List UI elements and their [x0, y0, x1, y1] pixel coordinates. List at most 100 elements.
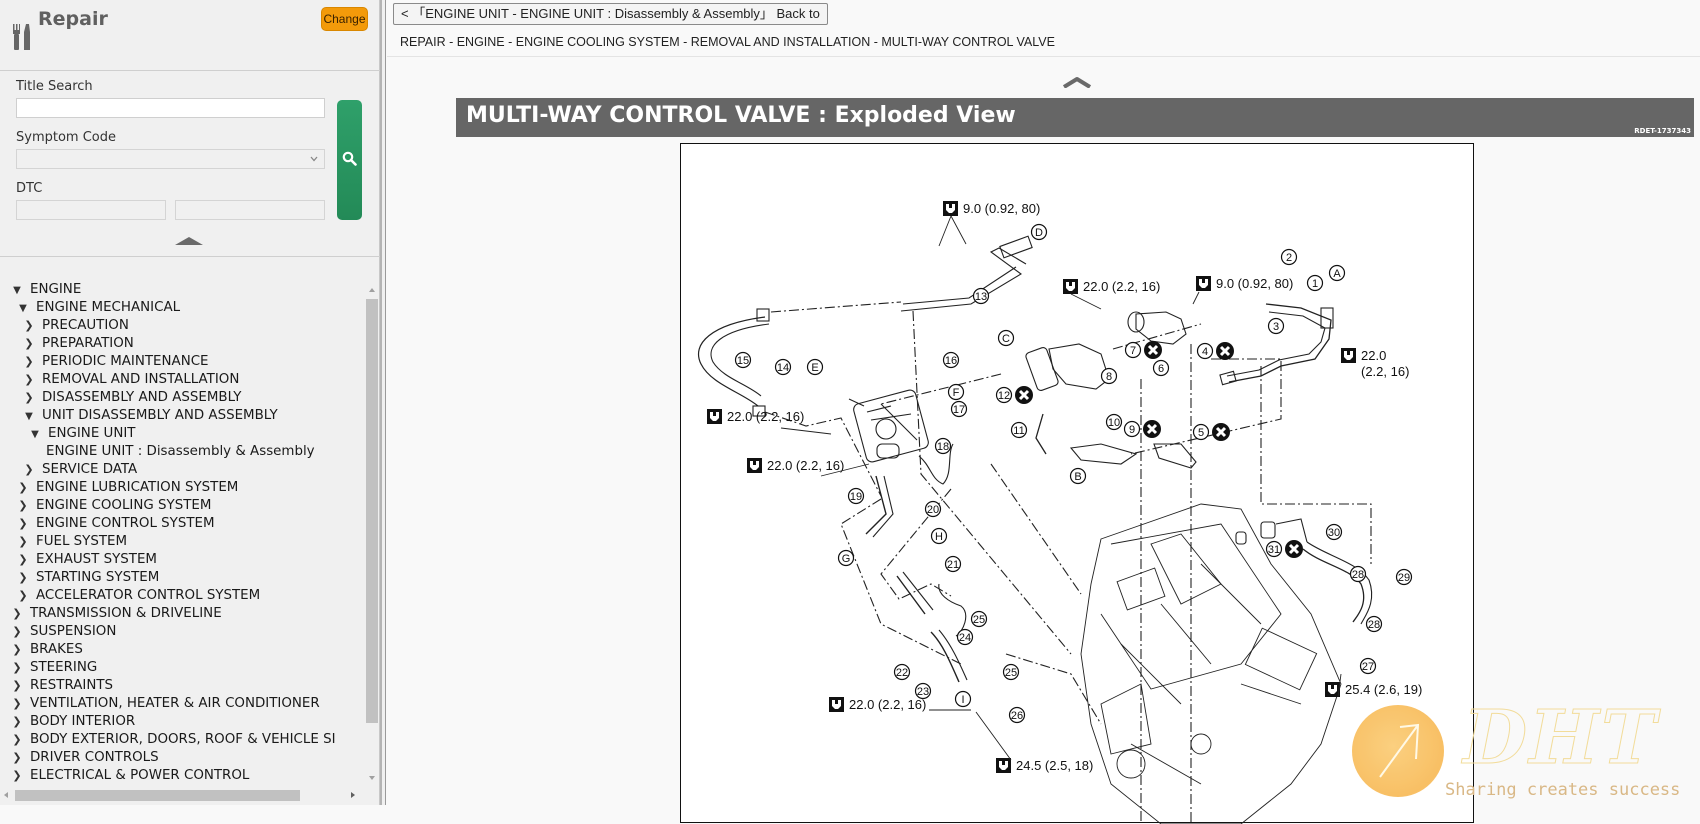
section-title: MULTI-WAY CONTROL VALVE : Exploded View [466, 103, 1016, 128]
part-number: 24 [959, 632, 971, 644]
symptom-code-select[interactable] [16, 149, 325, 169]
tree-item[interactable]: ❯ ENGINE CONTROL SYSTEM [16, 515, 214, 533]
tree-item[interactable]: ❯ REMOVAL AND INSTALLATION [22, 371, 239, 389]
part-number: 19 [850, 491, 862, 503]
repair-tools-icon [13, 24, 30, 50]
tree-item[interactable]: ❯ SERVICE DATA [22, 461, 137, 479]
tree-item[interactable]: ❯ RESTRAINTS [10, 677, 113, 695]
expanded-caret-icon[interactable]: ▼ [28, 426, 42, 444]
sidebar: Repair Change Title Search Symptom Code … [0, 0, 380, 805]
part-number: 7 [1130, 345, 1136, 357]
tree-item[interactable]: ENGINE UNIT : Disassembly & Assembly [46, 443, 315, 461]
collapsed-chevron-icon[interactable]: ❯ [10, 731, 24, 749]
tree-item[interactable]: ❯ BODY INTERIOR [10, 713, 135, 731]
back-button[interactable]: < 「ENGINE UNIT - ENGINE UNIT : Disassemb… [393, 3, 828, 25]
collapsed-chevron-icon[interactable]: ❯ [16, 569, 30, 587]
tree-item[interactable]: ▼ ENGINE UNIT [28, 425, 135, 443]
search-button[interactable] [337, 100, 362, 220]
collapse-search-toggle[interactable] [175, 237, 203, 245]
tree-item-label: DISASSEMBLY AND ASSEMBLY [42, 390, 242, 405]
collapsed-chevron-icon[interactable]: ❯ [16, 497, 30, 515]
collapsed-chevron-icon[interactable]: ❯ [10, 767, 24, 785]
collapsed-chevron-icon[interactable]: ❯ [16, 551, 30, 569]
part-number: 21 [947, 559, 959, 571]
tree-item[interactable]: ❯ FUEL SYSTEM [16, 533, 127, 551]
collapsed-chevron-icon[interactable]: ❯ [10, 695, 24, 713]
collapsed-chevron-icon[interactable]: ❯ [16, 515, 30, 533]
scroll-left-arrow-icon[interactable] [4, 792, 8, 798]
dtc-input-1[interactable] [16, 200, 166, 220]
reference-letter: A [1333, 268, 1341, 280]
scroll-down-arrow-icon[interactable] [369, 776, 375, 780]
scrollbar-thumb[interactable] [15, 790, 300, 801]
collapsed-chevron-icon[interactable]: ❯ [16, 587, 30, 605]
collapsed-chevron-icon[interactable]: ❯ [16, 479, 30, 497]
tree-item[interactable]: ❯ DRIVER CONTROLS [10, 749, 158, 767]
collapsed-chevron-icon[interactable]: ❯ [10, 641, 24, 659]
tree-item[interactable]: ❯ ENGINE LUBRICATION SYSTEM [16, 479, 238, 497]
tree-item[interactable]: ▼ UNIT DISASSEMBLY AND ASSEMBLY [22, 407, 278, 425]
tree-item[interactable]: ❯ PERIODIC MAINTENANCE [22, 353, 208, 371]
tree-item[interactable]: ❯ STEERING [10, 659, 97, 677]
reference-letter: C [1002, 333, 1010, 345]
tree-item-label: ENGINE [30, 282, 82, 297]
collapsed-chevron-icon[interactable]: ❯ [22, 461, 36, 479]
torque-label: (2.2, 16) [1361, 364, 1409, 379]
collapsed-chevron-icon[interactable]: ❯ [22, 353, 36, 371]
tree-item[interactable]: ❯ BRAKES [10, 641, 82, 659]
tree-item[interactable]: ❯ PREPARATION [22, 335, 134, 353]
collapsed-chevron-icon[interactable]: ❯ [22, 371, 36, 389]
tree-item-label: PREPARATION [42, 336, 134, 351]
tree-item[interactable]: ❯ STARTING SYSTEM [16, 569, 159, 587]
tree-item[interactable]: ❯ ELECTRICAL & POWER CONTROL [10, 767, 249, 785]
collapsed-chevron-icon[interactable]: ❯ [10, 659, 24, 677]
tree-item[interactable]: ❯ PRECAUTION [22, 317, 128, 335]
part-number: 25 [1005, 667, 1017, 679]
tree-item[interactable]: ❯ DISASSEMBLY AND ASSEMBLY [22, 389, 241, 407]
collapsed-chevron-icon[interactable]: ❯ [10, 677, 24, 695]
tree-item[interactable]: ❯ BODY EXTERIOR, DOORS, ROOF & VEHICLE SI [10, 731, 335, 749]
tree-item[interactable]: ❯ TRANSMISSION & DRIVELINE [10, 605, 221, 623]
tree-item[interactable]: ❯ ACCELERATOR CONTROL SYSTEM [16, 587, 260, 605]
collapsed-chevron-icon[interactable]: ❯ [10, 623, 24, 641]
scroll-right-arrow-icon[interactable] [351, 792, 355, 798]
part-number: 25 [973, 614, 985, 626]
tree-horizontal-scrollbar[interactable] [0, 787, 365, 803]
expanded-caret-icon[interactable]: ▼ [10, 282, 24, 300]
collapsed-chevron-icon[interactable]: ❯ [10, 749, 24, 767]
title-search-input[interactable] [16, 98, 325, 118]
part-number: 1 [1312, 278, 1318, 290]
tree-item[interactable]: ❯ ENGINE COOLING SYSTEM [16, 497, 211, 515]
expanded-caret-icon[interactable]: ▼ [16, 300, 30, 318]
figure-ref: RDET-1737343 [1634, 127, 1691, 135]
reference-letter: H [935, 531, 943, 543]
pane-splitter[interactable] [380, 0, 386, 805]
tree-item[interactable]: ▼ ENGINE [10, 281, 81, 299]
tree-vertical-scrollbar[interactable] [365, 283, 379, 785]
torque-label: 25.4 (2.6, 19) [1345, 682, 1422, 697]
tree-item[interactable]: ▼ ENGINE MECHANICAL [16, 299, 180, 317]
tree-item-label: STEERING [30, 660, 98, 675]
watermark-logo-icon [1352, 705, 1444, 797]
expanded-caret-icon[interactable]: ▼ [22, 408, 36, 426]
chevron-up-icon[interactable] [1062, 76, 1092, 88]
collapsed-chevron-icon[interactable]: ❯ [10, 713, 24, 731]
tree-item-label: UNIT DISASSEMBLY AND ASSEMBLY [42, 408, 278, 423]
breadcrumb: REPAIR - ENGINE - ENGINE COOLING SYSTEM … [400, 35, 1055, 49]
tree-item[interactable]: ❯ SUSPENSION [10, 623, 116, 641]
tree-item[interactable]: ❯ VENTILATION, HEATER & AIR CONDITIONER [10, 695, 319, 713]
watermark-logo-text: DHT [1462, 695, 1659, 782]
change-button[interactable]: Change [321, 7, 368, 31]
collapsed-chevron-icon[interactable]: ❯ [22, 389, 36, 407]
collapsed-chevron-icon[interactable]: ❯ [16, 533, 30, 551]
collapsed-chevron-icon[interactable]: ❯ [22, 335, 36, 353]
part-number: 28 [1352, 569, 1364, 581]
scroll-up-arrow-icon[interactable] [369, 288, 375, 292]
dtc-input-2[interactable] [175, 200, 325, 220]
scrollbar-thumb[interactable] [366, 299, 378, 723]
collapsed-chevron-icon[interactable]: ❯ [10, 605, 24, 623]
tree-item-label: STARTING SYSTEM [36, 570, 160, 585]
collapsed-chevron-icon[interactable]: ❯ [22, 317, 36, 335]
part-number: 8 [1106, 371, 1112, 383]
tree-item[interactable]: ❯ EXHAUST SYSTEM [16, 551, 157, 569]
